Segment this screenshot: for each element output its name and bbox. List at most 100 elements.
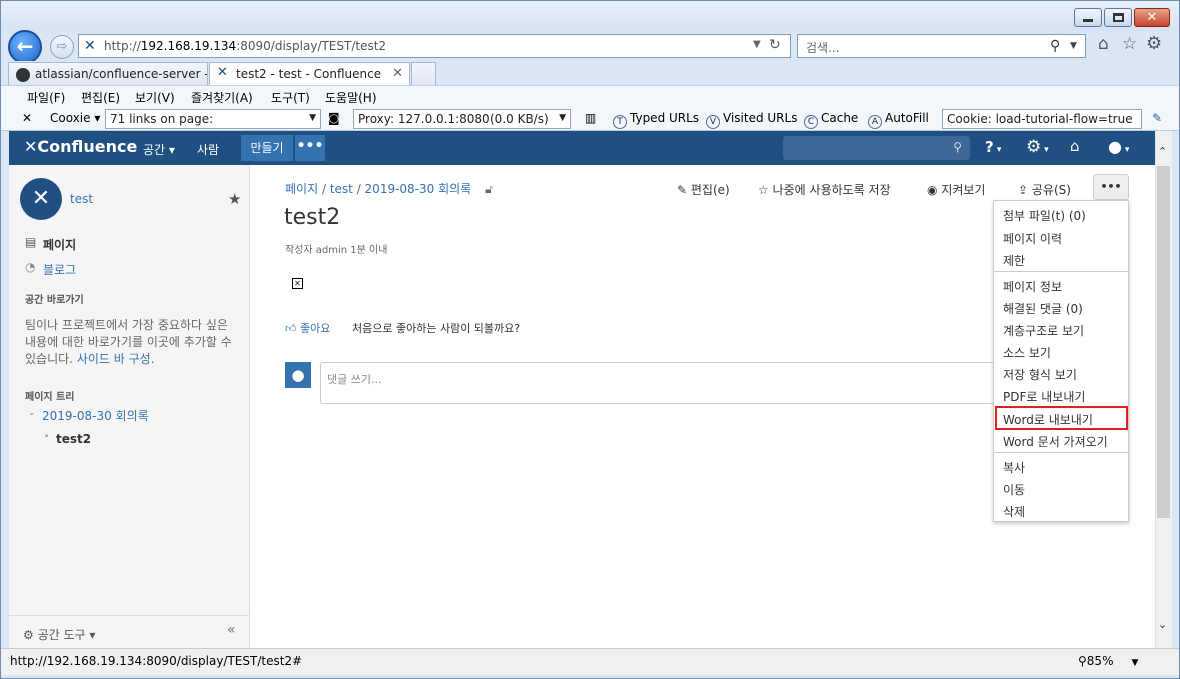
cache-label: Cache <box>821 111 859 125</box>
tab-atlassian[interactable]: atlassian/confluence-server - ... <box>8 62 208 85</box>
menu-move[interactable]: 이동 <box>1003 481 1025 498</box>
breadcrumb-pages[interactable]: 페이지 <box>285 182 318 196</box>
menu-resolved-comments[interactable]: 해결된 댓글 (0) <box>1003 300 1083 317</box>
configure-sidebar-link[interactable]: 사이드 바 구성 <box>77 352 151 366</box>
confluence-logo[interactable]: ✕Confluence <box>24 137 137 156</box>
tab-label: atlassian/confluence-server - ... <box>35 67 208 81</box>
favorites-star-icon[interactable]: ☆ <box>1122 34 1137 54</box>
share-button[interactable]: ⇪ 공유(S) <box>1018 181 1071 198</box>
tree-item-parent[interactable]: 2019-08-30 회의록 <box>42 407 149 424</box>
cooxie-dropdown[interactable]: Cooxie ▾ <box>50 111 100 125</box>
menu-favorites[interactable]: 즐겨찾기(A) <box>191 89 253 106</box>
home-icon[interactable]: ⌂ <box>1098 34 1109 54</box>
cache-button[interactable]: C Cache <box>804 111 858 129</box>
menu-hierarchy-view[interactable]: 계층구조로 보기 <box>1003 322 1084 339</box>
shortcuts-heading: 공간 바로가기 <box>25 295 84 306</box>
unlock-icon[interactable]: 🔓︎ <box>485 182 493 196</box>
scroll-down-icon[interactable]: ⌄ <box>1158 618 1167 631</box>
scrollbar-thumb[interactable] <box>1157 166 1170 518</box>
menu-page-info[interactable]: 페이지 정보 <box>1003 278 1062 295</box>
edit-button[interactable]: ✎ 편집(e) <box>677 181 730 198</box>
minimize-button[interactable] <box>1074 8 1102 27</box>
page-more-button[interactable]: ••• <box>1093 174 1129 200</box>
sidebar-blog[interactable]: 블로그 <box>43 261 76 278</box>
menu-edit[interactable]: 편집(E) <box>81 89 120 106</box>
menu-import-word[interactable]: Word 문서 가져오기 <box>1003 433 1108 450</box>
autofill-icon: A <box>868 115 882 129</box>
refresh-icon[interactable]: ↻ <box>769 37 781 53</box>
search-icon[interactable]: ⚲ <box>1050 38 1060 54</box>
github-icon <box>16 68 30 82</box>
links-dropdown[interactable]: 71 links on page: ▼ <box>105 109 321 129</box>
typed-urls-button[interactable]: T Typed URLs <box>613 111 699 129</box>
menu-export-word[interactable]: Word로 내보내기 <box>1003 411 1093 428</box>
dropdown-icon[interactable]: ▼ <box>753 39 761 50</box>
browser-search-box[interactable]: 검색... ⚲ ▼ <box>797 34 1086 58</box>
chevron-down-icon[interactable]: ⌄ <box>28 408 36 418</box>
scroll-up-icon[interactable]: ⌃ <box>1158 145 1167 158</box>
menu-attachments[interactable]: 첨부 파일(t) (0) <box>1003 207 1086 224</box>
visited-urls-button[interactable]: V Visited URLs <box>706 111 797 129</box>
settings-gear-icon[interactable]: ⚙ <box>1146 33 1162 54</box>
cookie-field[interactable]: Cookie: load-tutorial-flow=true <box>942 109 1142 129</box>
breadcrumb-space[interactable]: test <box>330 182 353 196</box>
sidebar-pages[interactable]: 페이지 <box>43 236 76 253</box>
menu-restrictions[interactable]: 제한 <box>1003 252 1025 269</box>
proxy-label: Proxy: 127.0.0.1:8080 <box>358 112 490 126</box>
menu-view-source[interactable]: 소스 보기 <box>1003 344 1051 361</box>
user-avatar-icon[interactable]: ● ▾ <box>1108 137 1129 156</box>
maximize-button[interactable] <box>1104 8 1132 27</box>
forward-button[interactable]: ⇨ <box>50 35 74 59</box>
tree-item-current[interactable]: test2 <box>56 432 91 446</box>
menu-storage-format[interactable]: 저장 형식 보기 <box>1003 366 1077 383</box>
close-tab-icon[interactable]: ✕ <box>392 66 403 81</box>
proxy-icon[interactable]: ◙ <box>328 111 340 125</box>
confluence-search-input[interactable]: ⚲ <box>783 136 970 160</box>
edit-icon[interactable]: ✎ <box>1152 111 1162 125</box>
menu-help[interactable]: 도움말(H) <box>325 89 377 106</box>
close-toolbar-icon[interactable]: ✕ <box>22 111 32 125</box>
breadcrumb-parent[interactable]: 2019-08-30 회의록 <box>365 182 472 196</box>
proxy-dropdown[interactable]: Proxy: 127.0.0.1:8080 (0.0 KB/s) ▼ <box>353 109 571 129</box>
notifications-icon[interactable]: ⌂ <box>1070 137 1080 155</box>
space-name[interactable]: test <box>70 192 93 206</box>
collapse-sidebar-icon[interactable]: « <box>227 622 236 638</box>
like-button[interactable]: 👍︎ 좋아요 <box>285 320 330 336</box>
nav-spaces[interactable]: 공간 ▾ <box>143 141 175 158</box>
tab-test2[interactable]: ✕ test2 - test - Confluence ✕ <box>209 62 410 85</box>
menu-file[interactable]: 파일(F) <box>27 89 65 106</box>
save-for-later-button[interactable]: ☆ 나중에 사용하도록 저장 <box>758 181 891 198</box>
menu-bar <box>1 85 1179 107</box>
autofill-button[interactable]: A AutoFill <box>868 111 929 129</box>
space-avatar[interactable]: ✕ <box>20 178 62 220</box>
links-label: 71 links on page: <box>110 112 214 126</box>
space-tools-button[interactable]: ⚙ 공간 도구 ▾ <box>23 626 95 643</box>
page-byline: 작성자 admin 1분 이내 <box>285 245 388 256</box>
commenter-avatar: ● <box>285 362 311 388</box>
menu-export-pdf[interactable]: PDF로 내보내기 <box>1003 388 1085 405</box>
logo-text: Confluence <box>37 137 138 156</box>
help-icon[interactable]: ? ▾ <box>985 138 1001 156</box>
back-button[interactable]: ← <box>8 30 42 64</box>
watch-button[interactable]: ◉ 지켜보기 <box>927 181 985 198</box>
new-tab-button[interactable] <box>411 62 436 85</box>
confluence-tab-icon: ✕ <box>217 65 228 80</box>
menu-page-history[interactable]: 페이지 이력 <box>1003 230 1062 247</box>
menu-divider <box>994 271 1128 272</box>
admin-gear-icon[interactable]: ⚙ ▾ <box>1026 137 1049 157</box>
menu-delete[interactable]: 삭제 <box>1003 503 1025 520</box>
create-more-button[interactable]: ••• <box>295 135 325 161</box>
nav-people[interactable]: 사람 <box>197 141 219 158</box>
menu-view[interactable]: 보기(V) <box>135 89 175 106</box>
search-dropdown-icon[interactable]: ▼ <box>1070 41 1077 51</box>
address-bar[interactable]: ✕ http://192.168.19.134:8090/display/TES… <box>78 34 791 58</box>
comment-input[interactable]: 댓글 쓰기... <box>320 362 1000 404</box>
menu-copy[interactable]: 복사 <box>1003 459 1025 476</box>
favorite-star-icon[interactable]: ★ <box>228 190 241 208</box>
create-button[interactable]: 만들기 <box>241 135 293 161</box>
zoom-control[interactable]: ⚲85% ▼ <box>1078 654 1138 668</box>
share-label: 공유(S) <box>1031 183 1071 197</box>
close-window-button[interactable]: ✕ <box>1134 8 1170 27</box>
book-icon[interactable]: ▥ <box>585 111 596 125</box>
menu-tools[interactable]: 도구(T) <box>271 89 310 106</box>
